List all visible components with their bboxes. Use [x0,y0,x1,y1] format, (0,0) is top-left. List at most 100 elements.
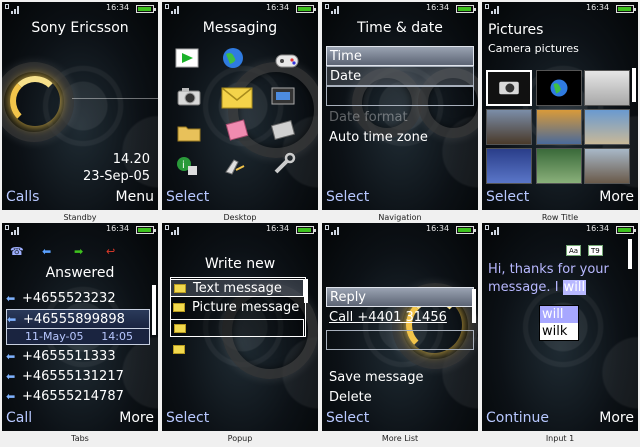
play-icon[interactable] [174,46,200,70]
status-bar: 16:34 [322,223,478,236]
select-softkey[interactable]: Select [166,410,209,426]
more-item-save-message[interactable]: Save message [326,368,474,388]
folder-subtitle: Camera pictures [488,42,579,55]
tab-missed-icon[interactable]: ↩ [106,246,115,258]
ring-glow-decoration [10,76,60,126]
organizer-icon[interactable] [224,118,250,142]
scrollbar[interactable] [632,68,636,102]
softkey-bar: Calls Menu [2,189,158,209]
screen-caption: Tabs [71,434,89,443]
more-softkey[interactable]: More [599,410,634,426]
calls-softkey[interactable]: Calls [6,189,39,205]
files-icon[interactable] [176,120,202,144]
entertainment-icon[interactable] [270,118,296,142]
call-list-item[interactable]: ⬅ +4655511333 [6,347,150,367]
battery-icon [136,226,156,234]
thumbnail-camera[interactable] [486,70,532,106]
call-list-item[interactable]: ⬅ +4655523232 [6,289,150,309]
select-softkey[interactable]: Select [326,410,369,426]
signal-icon [485,225,499,235]
thumbnail-photo[interactable] [584,70,630,106]
menu-item-empty[interactable] [326,86,474,106]
more-item-delete[interactable]: Delete [326,388,474,408]
tab-answered-icon[interactable]: ⬅ [42,246,51,258]
softkey-bar: Continue More [482,410,638,430]
status-clock: 16:34 [106,3,130,12]
call-softkey[interactable]: Call [6,410,32,426]
divider [72,98,158,99]
screen-caption: More List [381,434,419,443]
internet-icon[interactable] [220,46,246,70]
pictures-title: Pictures [488,22,544,38]
scrollbar[interactable] [472,289,476,323]
call-list-item-selected[interactable]: ⬅ +46555899898 [6,309,150,329]
message-input[interactable]: Hi, thanks for your message. I will [488,261,634,297]
menu-item-date-format[interactable]: Date format [326,108,474,128]
softkey-bar: Select [162,410,318,430]
phone-display: 16:34 Pictures Camera pictures Select Mo… [482,2,638,210]
thumbnail-photo[interactable] [486,109,532,145]
status-clock: 16:34 [426,3,450,12]
menu-item-date[interactable]: Date [326,66,474,86]
thumbnail-photo[interactable] [486,148,532,184]
popup-item[interactable] [170,341,304,359]
games-icon[interactable] [274,48,300,72]
status-clock: 16:34 [426,224,450,233]
calls-icon[interactable] [222,154,248,178]
thumbnail-photo[interactable] [536,148,582,184]
more-item-empty[interactable] [326,330,474,350]
phone-display: 16:34 Write new Text message Picture mes… [162,223,318,431]
answered-arrow-icon: ⬅ [6,390,16,403]
phone-display: 16:34 ☎ ⬅ ➡ ↩ Answered ⬅ +4655523232 ⬅ +46… [2,223,158,431]
standby-clock: 14.20 [112,152,150,167]
media-icon[interactable] [270,84,296,108]
contacts-icon[interactable]: i [174,154,200,178]
popup-item[interactable] [170,319,304,337]
menu-softkey[interactable]: Menu [116,189,154,205]
text-case-indicator: Aa [566,245,582,256]
tab-all-calls-icon[interactable]: ☎ [10,246,24,258]
status-bar: 16:34 [482,223,638,236]
select-softkey[interactable]: Select [486,189,529,205]
status-clock: 16:34 [586,224,610,233]
thumbnail-photo[interactable] [536,109,582,145]
status-bar: 16:34 [2,2,158,15]
battery-icon [616,5,636,13]
thumbnail-photo[interactable] [584,109,630,145]
select-softkey[interactable]: Select [166,189,209,205]
select-softkey[interactable]: Select [326,189,369,205]
camera-icon[interactable] [176,84,202,108]
status-clock: 16:34 [266,3,290,12]
scrollbar[interactable] [628,239,632,269]
phone-display: 16:34 Aa T9 Hi, thanks for your message.… [482,223,638,431]
softkey-bar: Select [322,189,478,209]
popup-item-picture-message[interactable]: Picture message [170,299,304,317]
call-time: 14:05 [101,330,133,343]
more-item-reply[interactable]: Reply [326,287,474,307]
more-softkey[interactable]: More [599,189,634,205]
more-item-call[interactable]: Call +4401 31456 [326,308,474,328]
continue-softkey[interactable]: Continue [486,410,549,426]
status-bar: 16:34 [482,2,638,15]
settings-icon[interactable] [272,152,298,176]
call-details: 11-May-05 14:05 [6,329,150,345]
scrollbar[interactable] [152,285,156,335]
signal-icon [5,225,19,235]
thumbnail-globe[interactable] [536,70,582,106]
popup-item-text-message[interactable]: Text message [170,279,304,297]
thumbnail-photo[interactable] [584,148,630,184]
tab-dialled-icon[interactable]: ➡ [74,246,83,258]
phone-display: 16:34 Time & date Time Date Date format … [322,2,478,210]
menu-item-time[interactable]: Time [326,46,474,66]
scrollbar[interactable] [304,279,308,303]
status-clock: 16:34 [266,224,290,233]
messaging-icon[interactable] [220,82,254,112]
desktop-title: Messaging [202,20,278,36]
suggestion-item[interactable]: wilk [540,323,578,340]
phone-display: 16:34 Reply Call +4401 31456 Save messag… [322,223,478,431]
menu-item-auto-time-zone[interactable]: Auto time zone [326,128,474,148]
call-list-item[interactable]: ⬅ +46555131217 [6,367,150,387]
call-list-item[interactable]: ⬅ +46555214787 [6,387,150,407]
more-softkey[interactable]: More [119,410,154,426]
suggestion-item-selected[interactable]: will [540,306,578,323]
